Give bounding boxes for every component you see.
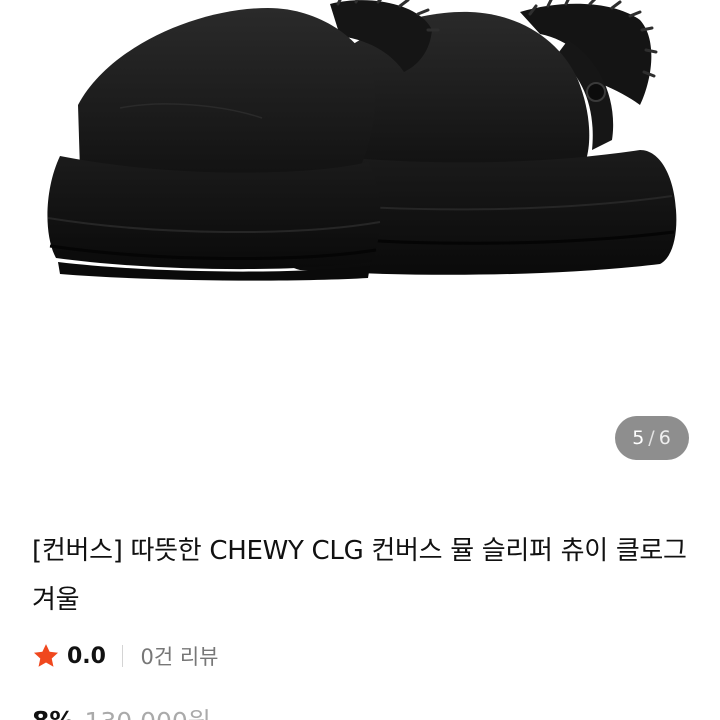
product-title: [컨버스] 따뜻한 CHEWY CLG 컨버스 뮬 슬리퍼 츄이 클로그 겨울 [32,536,687,615]
product-image-gallery[interactable]: 5 / 6 [0,0,720,490]
total-pages: 6 [658,427,672,449]
rating-divider [121,645,124,667]
review-count-link[interactable]: 0건 리뷰 [140,641,218,671]
star-icon [33,644,59,667]
rating-summary[interactable]: 0.0 0건 리뷰 [32,638,218,674]
page-separator: / [648,427,656,449]
original-price: 130,000원 [84,702,210,720]
current-page: 5 [632,427,646,449]
image-page-indicator: 5 / 6 [615,416,689,460]
price-row: 8% 130,000원 [32,700,211,720]
discount-rate: 8% [32,705,75,720]
rating-value: 0.0 [67,643,106,669]
product-image [47,0,677,281]
